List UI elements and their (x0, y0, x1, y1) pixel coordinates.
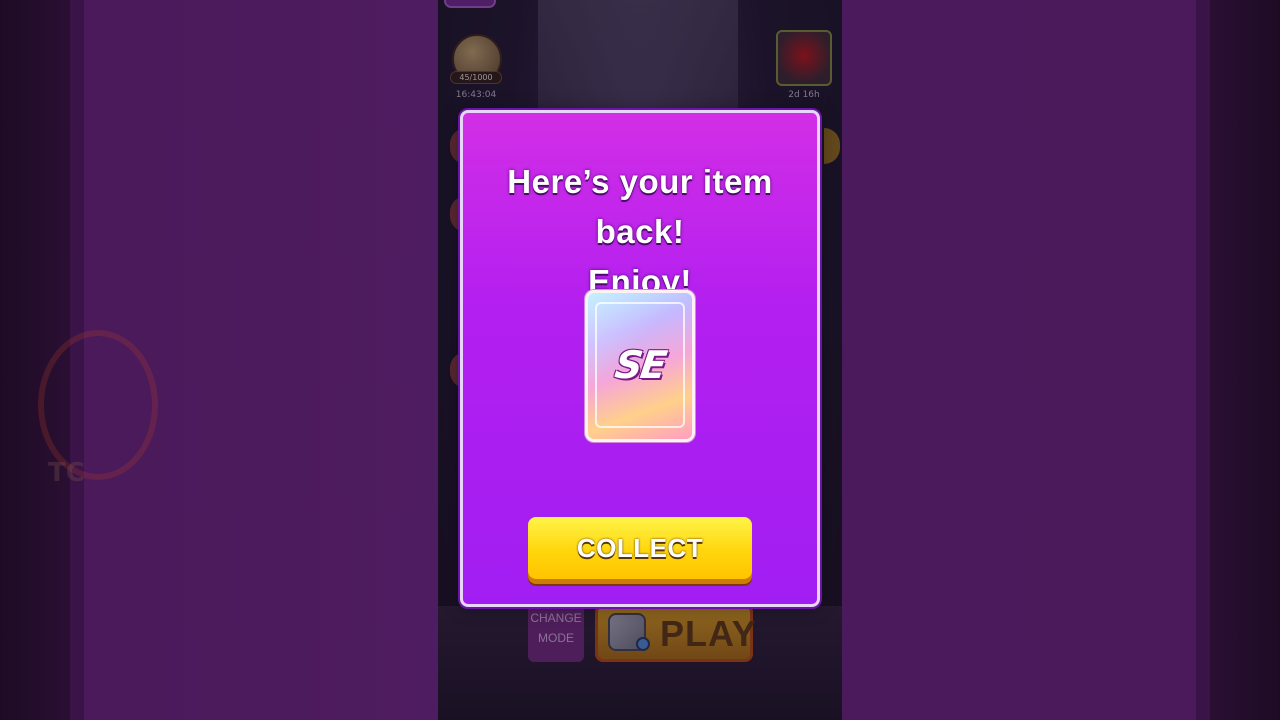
blurred-left-backdrop: TC (0, 0, 438, 720)
blurred-side-text: TC (48, 458, 85, 488)
modal-title-line: Here’s your item back! (507, 163, 773, 250)
blurred-right-backdrop (842, 0, 1280, 720)
card-label: SE (612, 343, 668, 387)
modal-title: Here’s your item back! Enjoy! (463, 157, 817, 307)
collect-button[interactable]: COLLECT (528, 517, 752, 579)
se-card-icon: SE (585, 290, 695, 442)
reward-modal: Here’s your item back! Enjoy! SE COLLECT (460, 110, 820, 607)
